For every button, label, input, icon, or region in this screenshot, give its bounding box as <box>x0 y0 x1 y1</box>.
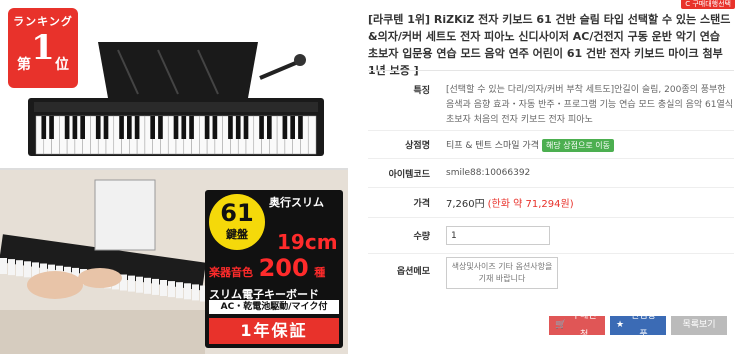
black-key <box>49 116 54 139</box>
rank-suffix: 位 <box>55 57 69 73</box>
product-info-table: 특징 [선택할 수 있는 다리/의자/커버 부착 세트도]안길이 슬림, 200… <box>368 70 734 307</box>
proxy-purchase-tag[interactable]: C 구매대행선택 <box>681 0 735 9</box>
feature-overlay: 61 鍵盤 奥行スリム 19cm 楽器音色 200 種 スリム電子キーボード A… <box>205 190 343 348</box>
favorite-button[interactable]: ★ 관심상품 <box>610 311 666 340</box>
black-key <box>72 116 78 139</box>
tones-callout: 楽器音色 200 種 <box>209 254 339 282</box>
cart-icon: 🛒 <box>555 320 567 330</box>
price-krw: (한화 약 71,294원) <box>487 199 574 210</box>
white-key <box>307 115 317 155</box>
ranking-text: ランキング <box>13 15 73 28</box>
photo-key <box>144 277 151 294</box>
photo-key <box>136 276 143 293</box>
ranking-badge: ランキング 1 第 位 <box>8 8 78 88</box>
rank-prefix: 第 <box>17 57 31 73</box>
black-key <box>228 116 233 139</box>
photo-key <box>184 283 191 300</box>
quantity-cell <box>430 226 734 245</box>
tones-value: 200 <box>258 254 309 282</box>
photo-key <box>16 260 23 277</box>
photo-key <box>160 280 167 296</box>
warranty-banner: 1年保証 <box>209 318 339 344</box>
back-to-list-button[interactable]: 목록보기 <box>671 316 727 335</box>
go-to-store-button[interactable]: 해당 상점으로 이동 <box>541 138 614 152</box>
quantity-label: 수량 <box>413 232 430 242</box>
black-key <box>282 116 288 139</box>
item-code-value: smile88:10066392 <box>446 168 531 178</box>
favorite-label: 관심상품 <box>631 310 656 340</box>
black-key <box>298 116 303 139</box>
photo-key <box>0 258 7 274</box>
price-row: 가격 7,260円 (한화 약 71,294원) <box>368 188 734 218</box>
quantity-input[interactable] <box>446 226 550 245</box>
black-key <box>235 116 241 139</box>
black-key <box>173 116 179 139</box>
seller-label: 상점명 <box>405 141 430 151</box>
keys-unit: 鍵盤 <box>226 228 248 241</box>
photo-key <box>168 281 175 298</box>
seller-name: 티프 & 텐트 스마일 가격 <box>446 140 539 151</box>
photo-key <box>176 282 183 299</box>
product-title: [라쿠텐 1위] RiZKiZ 전자 키보드 61 건반 슬림 타입 선택할 수… <box>368 13 731 77</box>
seller-value: 티프 & 텐트 스마일 가격 해당 상점으로 이동 <box>430 138 734 152</box>
keys-badge: 61 鍵盤 <box>209 194 265 250</box>
photo-key <box>24 261 31 278</box>
memo-cell <box>430 254 734 292</box>
tones-label: 楽器音色 <box>209 266 253 279</box>
depth-value: 19cm <box>277 230 338 254</box>
black-key <box>158 116 163 139</box>
black-key <box>103 116 109 139</box>
black-key <box>119 116 124 139</box>
black-key <box>64 116 70 139</box>
features-line: AC・乾電池駆動/マイク付 <box>209 300 339 314</box>
price-value: 7,260円 (한화 약 71,294원) <box>430 195 734 210</box>
photo-key <box>192 284 199 301</box>
item-code-row: 아이템코드 smile88:10066392 <box>368 159 734 188</box>
product-image: ランキング 1 第 位 61 鍵盤 奥行スリム 19cm 楽器音色 200 種 … <box>0 0 348 354</box>
feature-text: [선택할 수 있는 다리/의자/커버 부착 세트도]안길이 슬림, 200종의 … <box>446 85 734 125</box>
photo-key <box>152 278 159 295</box>
black-key <box>259 116 264 139</box>
black-key <box>267 116 272 139</box>
black-key <box>127 116 132 139</box>
action-buttons: 🛒 구매신청 ★ 관심상품 목록보기 <box>549 311 727 340</box>
black-key <box>290 116 295 139</box>
black-key <box>134 116 140 139</box>
black-key <box>95 116 101 139</box>
price-yen: 7,260円 <box>446 199 485 210</box>
black-key <box>204 116 210 139</box>
feature-row: 특징 [선택할 수 있는 다리/의자/커버 부착 세트도]안길이 슬림, 200… <box>368 71 734 131</box>
black-key <box>212 116 218 139</box>
black-key <box>41 116 47 139</box>
purchase-request-label: 구매신청 <box>571 310 597 340</box>
item-code-label: 아이템코드 <box>388 169 430 180</box>
keys-count: 61 <box>220 199 254 227</box>
black-key <box>150 116 155 139</box>
depth-label: 奥行スリム <box>269 196 324 209</box>
tones-unit: 種 <box>314 266 326 279</box>
back-to-list-label: 목록보기 <box>682 320 716 330</box>
option-memo-input[interactable] <box>446 257 558 289</box>
photo-key <box>8 259 15 276</box>
price-label: 가격 <box>413 199 430 209</box>
feature-label: 특징 <box>413 86 430 96</box>
photo-key <box>128 275 135 292</box>
memo-label: 옵션메모 <box>396 267 430 277</box>
purchase-request-button[interactable]: 🛒 구매신청 <box>549 311 605 340</box>
black-key <box>80 116 85 139</box>
star-icon: ★ <box>616 320 625 330</box>
black-key <box>181 116 187 139</box>
memo-row: 옵션메모 <box>368 254 734 307</box>
seller-row: 상점명 티프 & 텐트 스마일 가격 해당 상점으로 이동 <box>368 131 734 159</box>
quantity-row: 수량 <box>368 218 734 254</box>
black-key <box>243 116 249 139</box>
black-key <box>189 116 194 139</box>
